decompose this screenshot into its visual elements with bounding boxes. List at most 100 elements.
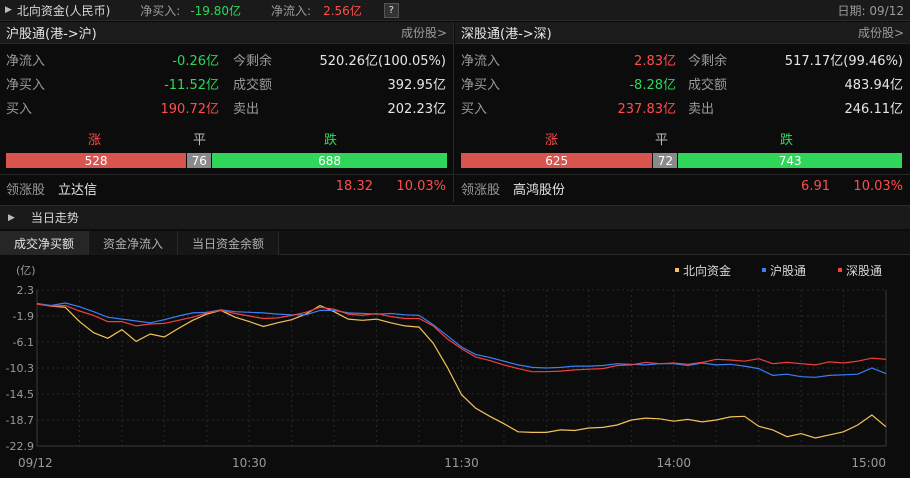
net-inflow-value: 2.56亿 <box>323 3 362 18</box>
sz-breadth-header: 涨 平 跌 <box>455 126 910 148</box>
sz-row-inflow: 净流入 2.83亿 今剩余 517.17亿(99.46%) <box>455 46 910 70</box>
sz-flat-segment: 72 <box>652 153 679 168</box>
sz-leading-stock-row[interactable]: 领涨股 高鸿股份 6.91 10.03% <box>455 174 910 198</box>
x-tick-label: 10:30 <box>232 456 267 470</box>
sz-net-buy-label: 净买入 <box>461 78 501 93</box>
sz-lead-label: 领涨股 <box>461 183 501 198</box>
tab-net-inflow[interactable]: 资金净流入 <box>89 231 179 255</box>
sz-up-label: 涨 <box>545 133 559 148</box>
sz-remain-label: 今剩余 <box>688 54 728 69</box>
sz-row-buysell: 买入 237.83亿 卖出 246.11亿 <box>455 94 910 118</box>
sz-connect-title: 深股通(港->深) <box>461 27 552 42</box>
net-inflow-label: 净流入: <box>271 3 312 18</box>
sh-remain-value: 520.26亿(100.05%) <box>319 54 446 69</box>
sz-turnover-value: 483.94亿 <box>844 78 904 93</box>
sh-flat-segment: 76 <box>186 153 213 168</box>
sz-sell-value: 246.11亿 <box>844 102 904 117</box>
sh-lead-stock-name[interactable]: 立达信 <box>58 179 97 198</box>
sh-connect-panel: 沪股通(港->沪) 成份股> 净流入 -0.26亿 今剩余 520.26亿(10… <box>0 22 454 202</box>
intraday-trend-bar: ▶ 当日走势 <box>0 205 910 229</box>
y-tick-label: -14.5 <box>6 388 34 401</box>
sh-turnover-label: 成交额 <box>233 78 273 93</box>
sh-lead-pct: 10.03% <box>396 179 446 194</box>
sh-down-label: 跌 <box>324 133 338 148</box>
legend-sz-swatch <box>838 268 842 272</box>
legend-north-label: 北向资金 <box>683 263 731 278</box>
sz-breadth-bar: 625 72 743 <box>461 153 902 168</box>
sz-net-buy-value: -8.28亿 <box>629 78 676 93</box>
sz-lead-stock-name[interactable]: 高鸿股份 <box>513 179 565 198</box>
sh-sell-value: 202.23亿 <box>387 102 447 117</box>
sh-row-inflow: 净流入 -0.26亿 今剩余 520.26亿(100.05%) <box>0 46 453 70</box>
x-tick-label: 09/12 <box>18 456 53 470</box>
sh-up-segment: 528 <box>6 153 187 168</box>
sh-remain-label: 今剩余 <box>233 54 273 69</box>
sh-lead-label: 领涨股 <box>6 183 46 198</box>
sh-net-buy-label: 净买入 <box>6 78 46 93</box>
sz-sell-label: 卖出 <box>688 102 715 117</box>
sh-row-buysell: 买入 190.72亿 卖出 202.23亿 <box>0 94 453 118</box>
sz-turnover-label: 成交额 <box>688 78 728 93</box>
sz-connect-panel: 深股通(港->深) 成份股> 净流入 2.83亿 今剩余 517.17亿(99.… <box>455 22 910 202</box>
legend-sh-swatch <box>762 268 766 272</box>
sz-constituents-link[interactable]: 成份股> <box>858 24 904 41</box>
sz-row-netbuy: 净买入 -8.28亿 成交额 483.94亿 <box>455 70 910 94</box>
northbound-summary-bar: ▶ 北向资金(人民币) 净买入: -19.80亿 净流入: 2.56亿 ? 日期… <box>0 0 910 21</box>
help-icon[interactable]: ? <box>383 2 399 18</box>
sh-flat-label: 平 <box>193 133 207 148</box>
y-unit-label: (亿) <box>16 264 36 277</box>
collapse-triangle-icon[interactable]: ▶ <box>5 5 12 15</box>
sz-net-inflow-value: 2.83亿 <box>634 54 676 69</box>
net-buy-value: -19.80亿 <box>190 3 242 18</box>
sh-connect-title: 沪股通(港->沪) <box>6 27 97 42</box>
y-tick-label: -18.7 <box>6 414 34 427</box>
sh-up-label: 涨 <box>88 133 102 148</box>
legend-sz-label: 深股通 <box>846 264 882 278</box>
sz-down-segment: 743 <box>678 153 902 168</box>
sh-constituents-link[interactable]: 成份股> <box>401 24 447 41</box>
y-tick-label: -6.1 <box>13 336 34 349</box>
intraday-flow-chart[interactable]: 2.3 -1.9 -6.1 -10.3 -14.5 -18.7 -22.9 (亿) 09/12 1… <box>0 256 910 478</box>
sz-buy-value: 237.83亿 <box>617 102 677 117</box>
sh-breadth-bar: 528 76 688 <box>6 153 447 168</box>
sz-down-label: 跌 <box>780 133 794 148</box>
sh-down-segment: 688 <box>212 153 447 168</box>
tab-balance[interactable]: 当日资金余额 <box>178 231 280 255</box>
tab-net-buy[interactable]: 成交净买额 <box>0 231 90 255</box>
y-tick-label: -22.9 <box>6 440 34 453</box>
sh-sell-label: 卖出 <box>233 102 260 117</box>
sh-connect-header: 沪股通(港->沪) 成份股> <box>0 22 453 44</box>
sh-breadth-header: 涨 平 跌 <box>0 126 453 148</box>
sh-net-buy-value: -11.52亿 <box>164 78 219 93</box>
x-tick-label: 11:30 <box>444 456 479 470</box>
y-tick-label: 2.3 <box>17 284 35 297</box>
sh-turnover-value: 392.95亿 <box>387 78 447 93</box>
sh-row-netbuy: 净买入 -11.52亿 成交额 392.95亿 <box>0 70 453 94</box>
sz-up-segment: 625 <box>461 153 653 168</box>
northbound-title: 北向资金(人民币) <box>16 3 111 18</box>
y-tick-label: -10.3 <box>6 362 34 375</box>
intraday-trend-title: 当日走势 <box>30 211 79 225</box>
legend-north-swatch <box>675 268 679 272</box>
sh-net-inflow-label: 净流入 <box>6 54 46 69</box>
sh-net-inflow-value: -0.26亿 <box>172 54 219 69</box>
sz-remain-value: 517.17亿(99.46%) <box>784 54 903 69</box>
sz-net-inflow-label: 净流入 <box>461 54 501 69</box>
x-tick-label: 14:00 <box>656 456 691 470</box>
sh-leading-stock-row[interactable]: 领涨股 立达信 18.32 10.03% <box>0 174 453 198</box>
sz-flat-label: 平 <box>655 133 669 148</box>
collapse-triangle-icon[interactable]: ▶ <box>8 213 15 223</box>
sz-lead-price: 6.91 <box>801 179 830 194</box>
sz-buy-label: 买入 <box>461 102 488 117</box>
y-tick-label: -1.9 <box>13 310 34 323</box>
chart-tabs: 成交净买额 资金净流入 当日资金余额 <box>0 231 910 255</box>
net-buy-label: 净买入: <box>140 3 181 18</box>
date-label: 日期: 09/12 <box>837 3 904 18</box>
legend-sh-label: 沪股通 <box>770 264 806 278</box>
sh-lead-price: 18.32 <box>335 179 373 194</box>
sz-lead-pct: 10.03% <box>853 179 903 194</box>
sh-buy-value: 190.72亿 <box>160 102 220 117</box>
sh-buy-label: 买入 <box>6 102 33 117</box>
x-tick-label: 15:00 <box>851 456 886 470</box>
sz-connect-header: 深股通(港->深) 成份股> <box>455 22 910 44</box>
